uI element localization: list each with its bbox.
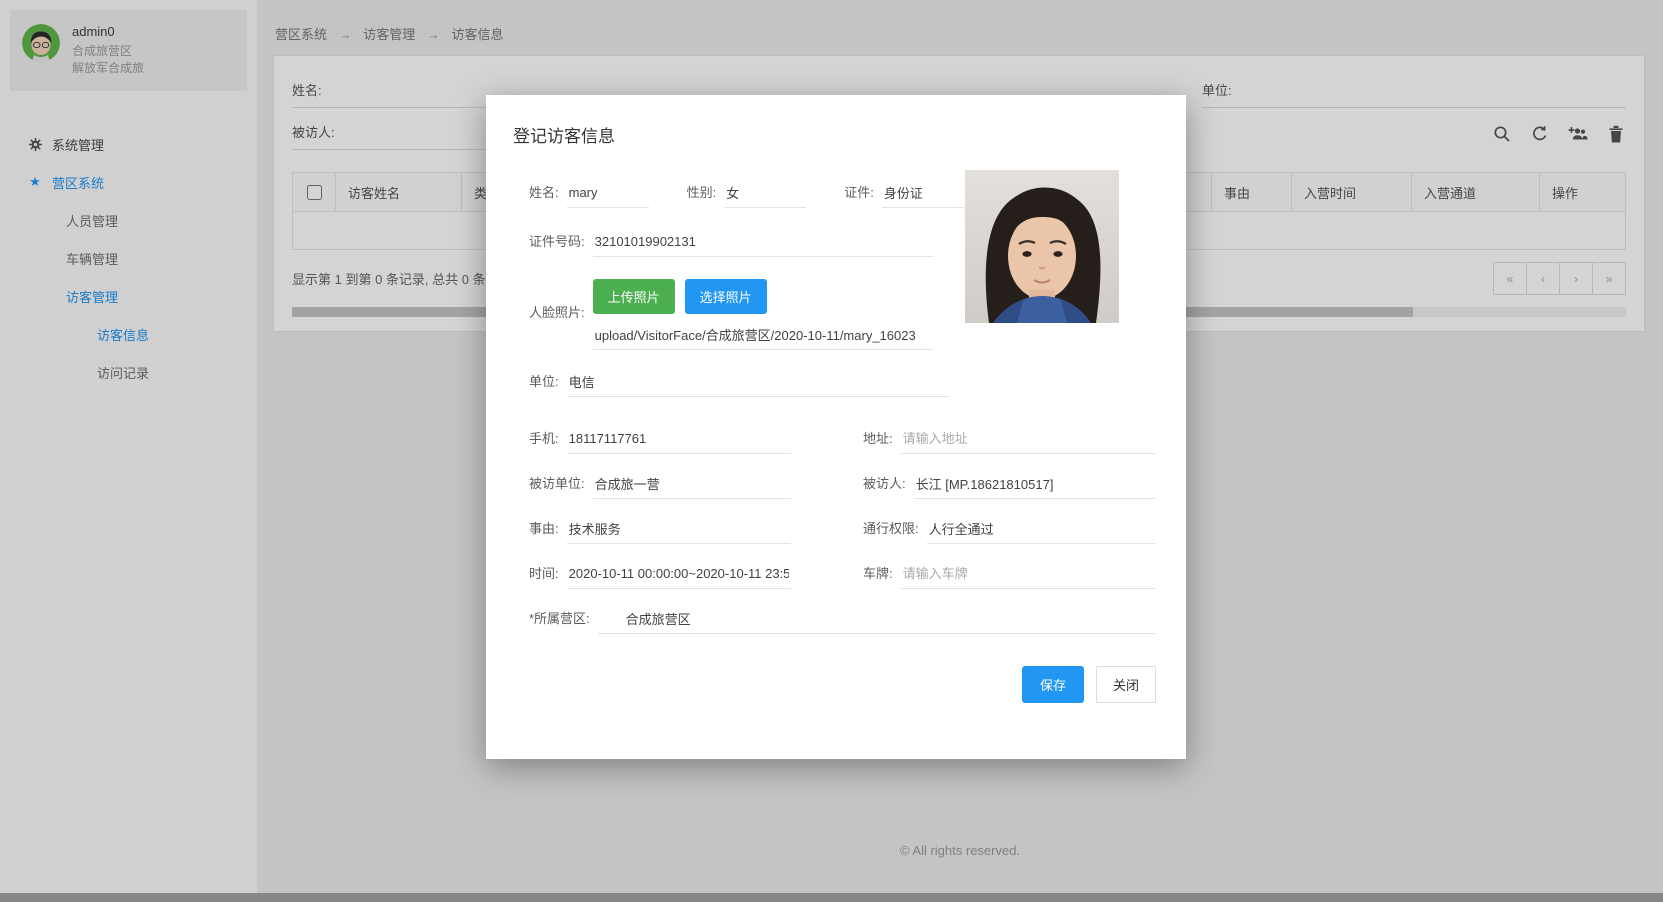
gender-label: 性别:	[687, 182, 717, 208]
name-label: 姓名:	[529, 182, 559, 208]
address-label: 地址:	[863, 428, 893, 454]
save-button[interactable]: 保存	[1022, 666, 1084, 703]
id-type-label: 证件:	[844, 182, 874, 208]
row-unit: 单位:	[529, 370, 1156, 397]
camp-label: *所属营区:	[529, 608, 590, 634]
unit-input[interactable]	[567, 370, 949, 397]
face-photo-label: 人脸照片:	[529, 302, 585, 328]
time-input[interactable]	[567, 562, 791, 589]
modal-actions: 保存 关闭	[486, 644, 1186, 703]
upload-photo-button[interactable]: 上传照片	[593, 279, 675, 314]
visited-unit-input[interactable]	[593, 472, 791, 499]
reason-label: 事由:	[529, 518, 559, 544]
time-label: 时间:	[529, 563, 559, 589]
address-input[interactable]	[901, 427, 1156, 454]
modal-title: 登记访客信息	[486, 95, 1186, 147]
row-phone-address: 手机: 地址:	[529, 427, 1156, 454]
phone-input[interactable]	[567, 427, 791, 454]
plate-label: 车牌:	[863, 563, 893, 589]
gender-input[interactable]	[724, 181, 806, 208]
unit-label: 单位:	[529, 371, 559, 397]
camp-input[interactable]	[598, 607, 1156, 634]
row-visited-unit-person: 被访单位: 被访人:	[529, 472, 1156, 499]
row-reason-access: 事由: 通行权限:	[529, 517, 1156, 544]
name-input[interactable]	[567, 181, 649, 208]
visited-person-label: 被访人:	[863, 473, 906, 499]
visited-unit-label: 被访单位:	[529, 473, 585, 499]
row-camp: *所属营区:	[529, 607, 1156, 634]
choose-photo-button[interactable]: 选择照片	[685, 279, 767, 314]
access-input[interactable]	[927, 517, 1156, 544]
photo-path-input[interactable]	[593, 323, 933, 350]
plate-input[interactable]	[901, 562, 1156, 589]
close-button[interactable]: 关闭	[1096, 666, 1156, 703]
row-time-plate: 时间: 车牌:	[529, 562, 1156, 589]
id-number-input[interactable]	[593, 230, 933, 257]
id-number-label: 证件号码:	[529, 231, 585, 257]
visited-person-input[interactable]	[914, 472, 1156, 499]
phone-label: 手机:	[529, 428, 559, 454]
visitor-photo	[965, 170, 1119, 323]
access-label: 通行权限:	[863, 518, 919, 544]
id-type-input[interactable]	[882, 181, 964, 208]
register-visitor-modal: 登记访客信息 姓名:	[486, 95, 1186, 759]
reason-input[interactable]	[567, 517, 791, 544]
